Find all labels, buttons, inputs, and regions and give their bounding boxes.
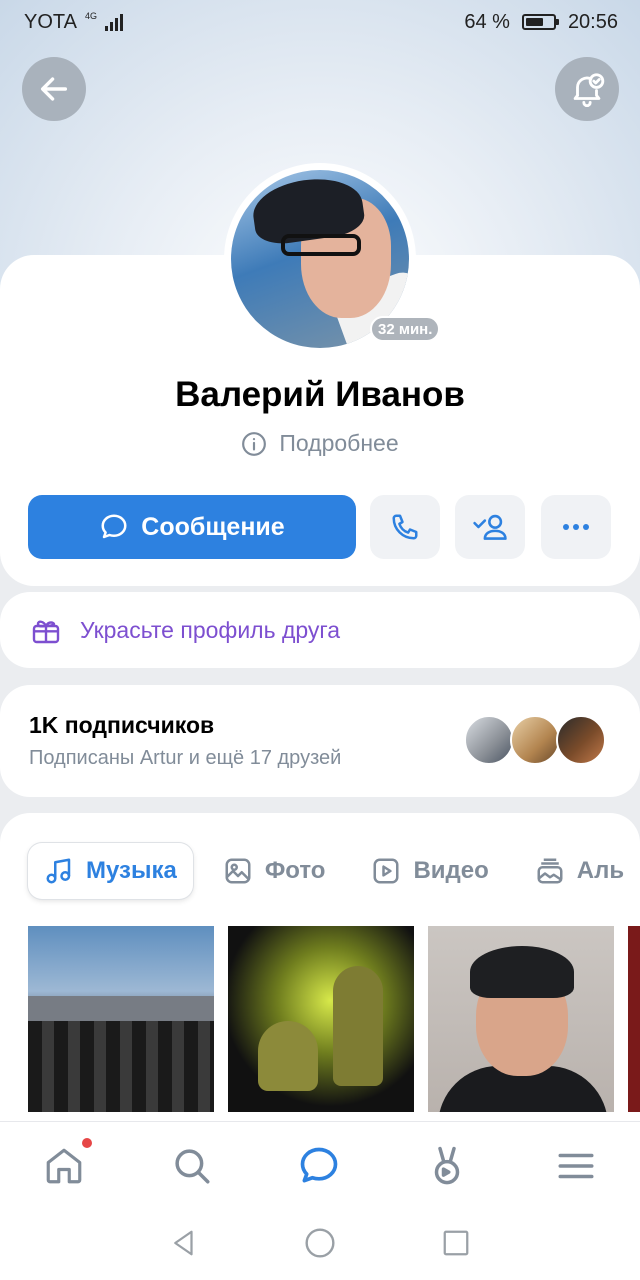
- friend-status-button[interactable]: [455, 495, 525, 559]
- triangle-back-icon: [174, 1230, 193, 1256]
- friend-avatar: [556, 715, 606, 765]
- menu-icon: [558, 1153, 594, 1179]
- details-label: Подробнее: [279, 430, 399, 456]
- video-icon: [373, 858, 399, 884]
- messenger-icon: [300, 1147, 338, 1183]
- system-home-button[interactable]: [304, 1227, 336, 1259]
- mutual-followers: Подписаны Artur и ещё 17 друзей: [29, 747, 342, 769]
- tab-video[interactable]: Видео: [355, 843, 504, 899]
- music-cover[interactable]: [28, 926, 214, 1112]
- followers-count: 1K подписчиков: [29, 712, 215, 738]
- network-type: 4G: [84, 10, 97, 21]
- music-note-icon: [46, 858, 71, 884]
- bottom-navigation: [0, 1121, 640, 1209]
- phone-icon: [392, 514, 418, 540]
- notification-dot: [82, 1138, 92, 1148]
- media-section: Музыка Фото Видео Аль: [0, 813, 640, 1133]
- nav-clips[interactable]: [425, 1144, 469, 1188]
- nav-search[interactable]: [170, 1144, 214, 1188]
- friend-avatar-stack: [464, 715, 606, 765]
- followers-card[interactable]: 1K подписчиков Подписаны Artur и ещё 17 …: [0, 685, 640, 797]
- call-button[interactable]: [370, 495, 440, 559]
- last-seen-badge: 32 мин.: [370, 316, 441, 342]
- media-tabs: Музыка Фото Видео Аль: [28, 843, 640, 899]
- message-button-label: Сообщение: [141, 512, 285, 541]
- chat-bubble-icon: [101, 514, 127, 539]
- tab-albums[interactable]: Аль: [519, 843, 640, 899]
- album-icon: [537, 858, 563, 884]
- photo-icon: [225, 858, 251, 884]
- music-cover[interactable]: [628, 926, 640, 1112]
- notifications-button[interactable]: [555, 57, 619, 121]
- message-button[interactable]: Сообщение: [28, 495, 356, 559]
- bell-check-icon: [573, 73, 605, 107]
- system-back-button[interactable]: [168, 1227, 200, 1259]
- nav-menu[interactable]: [554, 1144, 598, 1188]
- home-icon: [46, 1148, 82, 1184]
- details-link[interactable]: Подробнее: [0, 430, 640, 457]
- music-grid: [28, 926, 640, 1112]
- clips-icon: [434, 1146, 460, 1185]
- info-icon: [242, 431, 267, 456]
- system-navigation: [0, 1209, 640, 1280]
- decorate-label: Украсьте профиль друга: [80, 616, 341, 643]
- gift-icon: [32, 620, 60, 644]
- square-recents-icon: [443, 1230, 469, 1256]
- profile-name: Валерий Иванов: [175, 375, 465, 414]
- tab-photo[interactable]: Фото: [207, 843, 342, 899]
- user-check-icon: [473, 514, 507, 540]
- tab-music-label: Музыка: [86, 857, 177, 884]
- clock: 20:56: [567, 10, 618, 33]
- back-button[interactable]: [22, 57, 86, 121]
- decorate-profile-banner[interactable]: Украсьте профиль друга: [0, 592, 640, 668]
- music-cover[interactable]: [428, 926, 614, 1112]
- nav-messenger[interactable]: [297, 1144, 341, 1188]
- search-icon: [175, 1149, 210, 1184]
- carrier-name: YOTA: [24, 10, 77, 33]
- system-recents-button[interactable]: [440, 1227, 472, 1259]
- battery-percent: 64 %: [464, 10, 510, 33]
- tab-video-label: Видео: [413, 857, 489, 884]
- friend-avatar: [510, 715, 560, 765]
- friend-avatar: [464, 715, 514, 765]
- arrow-left-icon: [40, 77, 68, 101]
- status-bar: YOTA 4G 64 % 20:56: [0, 0, 640, 44]
- music-cover[interactable]: [228, 926, 414, 1112]
- nav-home[interactable]: [42, 1144, 86, 1188]
- more-dots-icon: [563, 524, 589, 530]
- more-button[interactable]: [541, 495, 611, 559]
- circle-home-icon: [305, 1228, 335, 1258]
- battery-icon: [521, 14, 559, 30]
- tab-music[interactable]: Музыка: [28, 843, 193, 899]
- signal-icon: [104, 13, 123, 31]
- tab-albums-label: Аль: [576, 857, 625, 884]
- tab-photo-label: Фото: [264, 857, 326, 884]
